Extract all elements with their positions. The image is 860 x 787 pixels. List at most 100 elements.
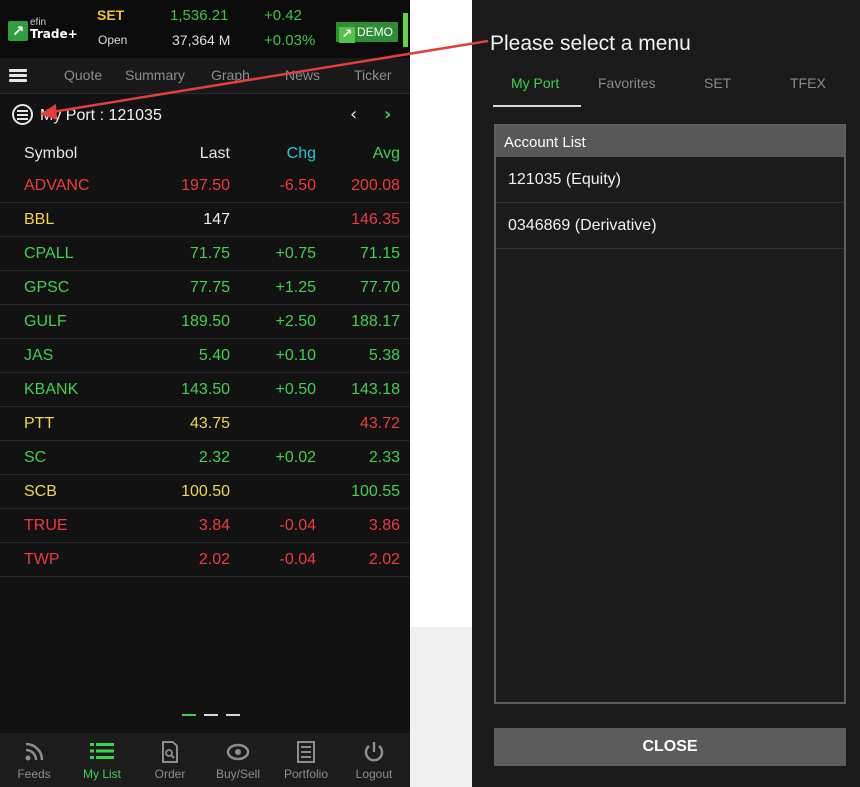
- tab-summary[interactable]: Summary: [125, 67, 185, 83]
- background-strip: [410, 627, 472, 787]
- dialog-title: Please select a menu: [490, 32, 691, 55]
- stock-change: -0.04: [279, 517, 316, 534]
- nav-my-list-label: My List: [82, 767, 121, 781]
- stock-row-advanc[interactable]: ADVANC 197.50 -6.50 200.08: [0, 169, 410, 203]
- stock-symbol: TRUE: [24, 517, 68, 534]
- stock-change: +2.50: [275, 313, 316, 330]
- stock-last: 2.32: [198, 449, 230, 466]
- stock-avg: 188.17: [351, 313, 400, 330]
- nav-order[interactable]: Order: [136, 733, 204, 787]
- stock-avg: 200.08: [351, 177, 400, 194]
- stock-avg: 3.86: [368, 517, 400, 534]
- tab-quote[interactable]: Quote: [64, 67, 102, 83]
- tab-graph[interactable]: Graph: [211, 67, 250, 83]
- stock-row-ptt[interactable]: PTT 43.75 43.72: [0, 407, 410, 441]
- stock-symbol: SCB: [24, 483, 57, 500]
- nav-feeds-label: Feeds: [17, 767, 51, 781]
- hamburger-menu-icon[interactable]: [9, 69, 27, 82]
- stock-last: 3.84: [198, 517, 230, 534]
- portfolio-icon: [272, 741, 340, 763]
- stock-row-twp[interactable]: TWP 2.02 -0.04 2.02: [0, 543, 410, 577]
- stock-avg: 2.02: [368, 551, 400, 568]
- close-button[interactable]: CLOSE: [494, 728, 846, 766]
- active-tab-indicator: [493, 105, 581, 107]
- stock-symbol: TWP: [24, 551, 60, 568]
- stock-last: 197.50: [181, 177, 230, 194]
- nav-buy-sell[interactable]: Buy/Sell: [204, 733, 272, 787]
- stock-avg: 5.38: [368, 347, 400, 364]
- stock-row-bbl[interactable]: BBL 147 146.35: [0, 203, 410, 237]
- stock-symbol: GULF: [24, 313, 67, 330]
- stock-row-true[interactable]: TRUE 3.84 -0.04 3.86: [0, 509, 410, 543]
- account-list-header: Account List: [496, 126, 844, 157]
- stock-symbol: GPSC: [24, 279, 70, 296]
- stock-last: 189.50: [181, 313, 230, 330]
- stock-change: +0.02: [275, 449, 316, 466]
- stock-last: 77.75: [189, 279, 230, 296]
- stock-row-jas[interactable]: JAS 5.40 +0.10 5.38: [0, 339, 410, 373]
- stock-change: +0.50: [275, 381, 316, 398]
- account-item-equity[interactable]: 121035 (Equity): [496, 157, 844, 203]
- stock-change: +0.10: [275, 347, 316, 364]
- stock-last: 5.40: [198, 347, 230, 364]
- tab-favorites[interactable]: Favorites: [598, 75, 656, 91]
- demo-badge[interactable]: ↗ DEMO: [336, 22, 398, 43]
- stock-row-kbank[interactable]: KBANK 143.50 +0.50 143.18: [0, 373, 410, 407]
- stock-row-sc[interactable]: SC 2.32 +0.02 2.33: [0, 441, 410, 475]
- stock-row-gpsc[interactable]: GPSC 77.75 +1.25 77.70: [0, 271, 410, 305]
- stock-avg: 143.18: [351, 381, 400, 398]
- stock-avg: 146.35: [351, 211, 400, 228]
- account-list-icon[interactable]: [12, 104, 33, 125]
- market-header: ↗ efin Trade+ SET Open 1,536.21 37,364 M…: [0, 0, 410, 58]
- tab-news[interactable]: News: [285, 67, 320, 83]
- stock-last: 2.02: [198, 551, 230, 568]
- feeds-icon: [0, 741, 68, 763]
- stock-row-scb[interactable]: SCB 100.50 100.55: [0, 475, 410, 509]
- nav-my-list[interactable]: My List: [68, 733, 136, 787]
- stock-row-gulf[interactable]: GULF 189.50 +2.50 188.17: [0, 305, 410, 339]
- table-header: Symbol Last Chg Avg: [0, 139, 410, 169]
- account-item-derivative[interactable]: 0346869 (Derivative): [496, 203, 844, 249]
- tab-set[interactable]: SET: [704, 75, 731, 91]
- tab-ticker[interactable]: Ticker: [354, 67, 392, 83]
- col-symbol[interactable]: Symbol: [24, 145, 77, 163]
- col-last[interactable]: Last: [200, 145, 230, 163]
- stock-last: 100.50: [181, 483, 230, 500]
- market-status: Open: [98, 33, 128, 47]
- stock-change: -0.04: [279, 551, 316, 568]
- index-change-pct: +0.03%: [264, 32, 316, 49]
- stock-change: +0.75: [275, 245, 316, 262]
- stock-last: 143.50: [181, 381, 230, 398]
- efin-logo-icon: ↗: [8, 21, 28, 41]
- stock-avg: 100.55: [351, 483, 400, 500]
- bottom-nav: Feeds My List Order Buy/Sell Portfolio L…: [0, 733, 410, 787]
- stock-symbol: CPALL: [24, 245, 74, 262]
- index-volume: 37,364 M: [172, 32, 231, 48]
- buysell-icon: [204, 741, 272, 763]
- stock-last: 43.75: [189, 415, 230, 432]
- stock-change: -6.50: [279, 177, 316, 194]
- stock-avg: 2.33: [368, 449, 400, 466]
- prev-port-icon[interactable]: ‹: [350, 104, 357, 125]
- stock-symbol: PTT: [24, 415, 55, 432]
- stock-last: 147: [203, 211, 230, 228]
- page-indicator: [182, 714, 242, 716]
- screenshot: ↗ efin Trade+ SET Open 1,536.21 37,364 M…: [0, 0, 860, 787]
- stock-symbol: BBL: [24, 211, 55, 228]
- menu-dialog: Please select a menu My Port Favorites S…: [472, 0, 860, 787]
- nav-order-label: Order: [154, 767, 186, 781]
- demo-logo-icon: ↗: [339, 27, 355, 43]
- stock-avg: 77.70: [359, 279, 400, 296]
- stock-row-cpall[interactable]: CPALL 71.75 +0.75 71.15: [0, 237, 410, 271]
- tab-my-port[interactable]: My Port: [511, 75, 559, 91]
- nav-logout[interactable]: Logout: [340, 733, 408, 787]
- nav-feeds[interactable]: Feeds: [0, 733, 68, 787]
- col-avg[interactable]: Avg: [373, 145, 400, 163]
- view-tabs: Quote Summary Graph News Ticker: [0, 58, 410, 94]
- tab-tfex[interactable]: TFEX: [790, 75, 826, 91]
- col-chg[interactable]: Chg: [287, 145, 316, 163]
- nav-portfolio[interactable]: Portfolio: [272, 733, 340, 787]
- order-icon: [136, 741, 204, 763]
- stock-change: +1.25: [275, 279, 316, 296]
- next-port-icon[interactable]: ›: [384, 104, 391, 125]
